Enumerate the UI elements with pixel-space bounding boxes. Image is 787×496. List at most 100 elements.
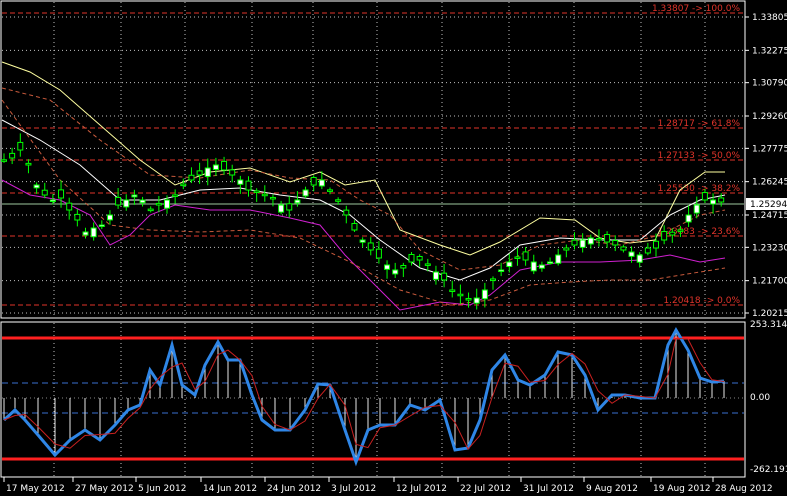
candle-bear	[563, 247, 570, 251]
candle-bear	[677, 229, 684, 232]
candle-bear	[66, 202, 73, 211]
candle-bear	[416, 255, 423, 261]
candle-bear	[571, 239, 578, 246]
candle-bull	[359, 239, 366, 243]
candle-bear	[335, 199, 342, 202]
candle-bear	[400, 264, 407, 269]
candle-bull	[432, 271, 439, 280]
price-chart[interactable]: 1.33807 -> 100.0% 1.28717 -> 61.8% 1.27133…	[0, 0, 787, 496]
candle-bull	[710, 199, 717, 205]
candle-bull	[212, 164, 219, 170]
candle-bear	[490, 278, 496, 281]
price-tick-label: 1.26245	[752, 178, 787, 188]
candle-bear	[172, 194, 179, 197]
candle-bull	[164, 199, 170, 209]
candle-bear	[718, 197, 725, 203]
candle-bear	[245, 180, 252, 191]
fib-level-label: 1.25530 -> 38.2%	[658, 184, 741, 194]
date-label: 14 Jun 2012	[203, 484, 257, 494]
candle-bear	[351, 222, 358, 231]
candle-bull	[587, 237, 594, 245]
date-label: 24 Jun 2012	[267, 484, 321, 494]
price-tick-label: 1.23230	[752, 243, 787, 253]
candle-bull	[392, 269, 399, 275]
price-tick-label: 1.24715	[752, 211, 787, 221]
candle-bull	[33, 184, 40, 189]
fib-level-label: 1.27133 -> 50.0%	[658, 151, 741, 161]
time-axis: 17 May 2012 27 May 2012 5 Jun 2012 14 Jun 2…	[3, 477, 773, 494]
candle-bear	[188, 174, 195, 181]
candle-bull	[106, 214, 113, 221]
date-label: 3 Jul 2012	[331, 484, 376, 494]
osc-axis-label: -262.191	[750, 465, 787, 475]
price-tick-label: 1.27775	[752, 144, 787, 154]
price-axis: 1.33805 1.32275 1.30790 1.29260 1.27775 1.262…	[745, 13, 787, 475]
date-label: 17 May 2012	[6, 484, 65, 494]
candle-bear	[424, 263, 431, 266]
candle-bear	[115, 196, 122, 206]
candle-bear	[595, 238, 602, 241]
candle-bear	[604, 234, 611, 243]
date-label: 5 Jun 2012	[138, 484, 186, 494]
date-label: 22 Jul 2012	[460, 484, 511, 494]
candle-bull	[90, 227, 97, 238]
candle-bear	[286, 203, 293, 211]
candle-bull	[555, 254, 562, 264]
candle-bull	[384, 264, 391, 270]
candle-bull	[579, 239, 586, 248]
candle-bull	[294, 199, 301, 204]
candle-bear	[155, 202, 162, 206]
candle-bear	[269, 196, 276, 200]
candle-bear	[9, 152, 16, 159]
candle-bear	[653, 240, 659, 249]
candle-bear	[180, 183, 187, 187]
candle-bear	[17, 141, 24, 151]
candle-bear	[522, 251, 529, 261]
osc-pane-frame	[0, 321, 746, 478]
current-price-label: 1.25294	[750, 200, 787, 210]
candle-bull	[278, 204, 285, 213]
candle-bear	[147, 208, 154, 212]
candle-bull	[139, 199, 146, 204]
candle-bear	[375, 248, 382, 259]
candle-bear	[41, 189, 48, 196]
candle-bull	[481, 289, 488, 300]
candle-bear	[465, 297, 472, 301]
price-tick-label: 1.20215	[752, 309, 787, 319]
price-tick-label: 1.30790	[752, 79, 787, 89]
candle-bull	[685, 214, 692, 223]
candle-bull	[628, 251, 635, 257]
candle-bear	[229, 169, 236, 176]
price-tick-label: 1.33805	[752, 13, 787, 23]
candle-bear	[457, 293, 464, 297]
candle-bull	[237, 179, 244, 185]
candle-bull	[473, 297, 480, 304]
candle-bear	[327, 189, 333, 192]
date-label: 31 Jul 2012	[523, 484, 574, 494]
candle-bear	[441, 272, 448, 281]
candle-bear	[1, 159, 7, 162]
candle-bull	[636, 254, 643, 263]
candle-bear	[343, 209, 350, 216]
date-label: 27 May 2012	[75, 484, 134, 494]
candle-bull	[204, 167, 211, 177]
candle-bear	[196, 170, 203, 176]
date-label: 28 Aug 2012	[715, 484, 773, 494]
candle-bull	[547, 261, 554, 264]
fib-level-label: 1.20418 -> 0.0%	[663, 296, 740, 306]
candle-bull	[530, 261, 537, 272]
candle-bear	[620, 246, 627, 251]
candle-bear	[367, 242, 374, 251]
candle-bear	[261, 193, 268, 197]
candle-bull	[49, 199, 56, 202]
candle-bull	[693, 204, 700, 214]
candle-bear	[221, 160, 228, 171]
candle-bear	[310, 176, 317, 186]
candle-bear	[701, 192, 708, 201]
candle-bear	[408, 253, 415, 263]
candle-bull	[123, 199, 130, 208]
candle-bull	[131, 194, 138, 198]
candle-bear	[74, 213, 81, 221]
candle-bull	[538, 264, 545, 269]
candle-bear	[253, 190, 260, 193]
